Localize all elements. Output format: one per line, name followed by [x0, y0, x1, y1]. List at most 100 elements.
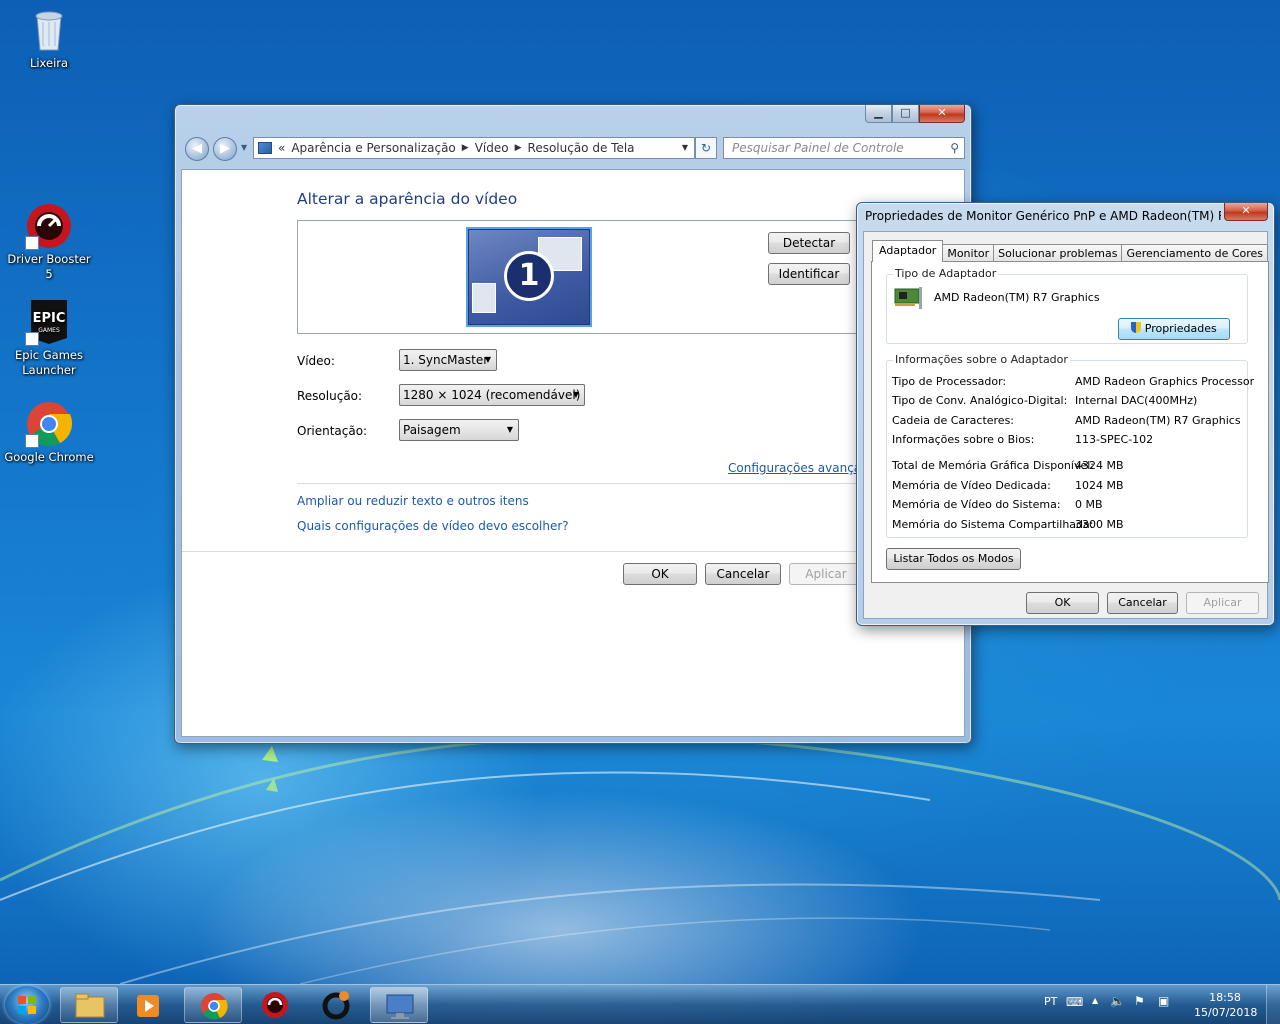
language-indicator[interactable]: PT — [1044, 995, 1057, 1008]
adapter-type-group: Tipo de Adaptador AMD Radeon(TM) R7 Grap… — [886, 267, 1248, 344]
tab-monitor[interactable]: Monitor — [942, 244, 995, 262]
clock-date: 15/07/2018 — [1194, 1006, 1258, 1019]
desktop-icon-google-chrome[interactable]: Google Chrome — [2, 400, 96, 465]
info-value: Internal DAC(400MHz) — [1075, 394, 1198, 407]
memory-key: Memória do Sistema Compartilhada: — [892, 518, 1094, 531]
breadcrumb-overflow[interactable]: « — [278, 138, 285, 158]
graphics-card-icon — [893, 285, 923, 311]
group-title: Informações sobre o Adaptador — [893, 353, 1070, 366]
adapter-tab-page: Tipo de Adaptador AMD Radeon(TM) R7 Grap… — [871, 261, 1269, 583]
display-settings-window: ▁ □ ✕ ◀ ▶ ▼ « Aparência e Personalização… — [174, 104, 972, 744]
video-select-value: 1. SyncMaster — [403, 353, 489, 367]
text-size-link[interactable]: Ampliar ou reduzir texto e outros itens — [297, 494, 529, 508]
desktop-icon-label: Google Chrome — [4, 450, 94, 464]
epic-games-icon: EPIC GAMES — [25, 298, 73, 346]
memory-value: 3300 MB — [1075, 518, 1124, 531]
start-button[interactable] — [5, 986, 49, 1024]
minimize-button[interactable]: ▁ — [865, 105, 892, 123]
control-panel-icon — [258, 142, 272, 154]
maximize-button[interactable]: □ — [892, 105, 919, 123]
desktop-icon-recycle-bin[interactable]: Lixeira — [2, 6, 96, 71]
search-placeholder: Pesquisar Painel de Controle — [732, 141, 904, 155]
adapter-info-group: Informações sobre o Adaptador Tipo de Pr… — [886, 353, 1254, 538]
refresh-button[interactable]: ↻ — [695, 137, 717, 159]
list-all-modes-button[interactable]: Listar Todos os Modos — [886, 548, 1021, 570]
info-value: 113-SPEC-102 — [1075, 433, 1154, 446]
dialog-body: Adaptador Monitor Solucionar problemas G… — [863, 231, 1269, 619]
adapter-properties-dialog: Propriedades de Monitor Genérico PnP e A… — [856, 202, 1275, 626]
window-caption-buttons: ▁ □ ✕ — [865, 105, 965, 125]
which-settings-link[interactable]: Quais configurações de vídeo devo escolh… — [297, 519, 569, 533]
show-desktop-button[interactable] — [1266, 985, 1280, 1024]
driver-booster-icon — [25, 202, 73, 250]
dialog-cancel-button[interactable]: Cancelar — [1107, 592, 1178, 614]
desktop-icon-driver-booster[interactable]: Driver Booster 5 — [2, 202, 96, 282]
taskbar-driver-booster[interactable] — [246, 987, 304, 1023]
show-hidden-icons-icon[interactable]: ▲ — [1092, 996, 1098, 1005]
ok-button[interactable]: OK — [623, 563, 697, 585]
memory-key: Memória de Vídeo Dedicada: — [892, 479, 1051, 492]
system-tray: PT ⌨ ▲ 🔈 ⚑ ▣ 18:58 15/07/2018 — [1030, 985, 1280, 1024]
apply-button[interactable]: Aplicar — [789, 563, 863, 585]
taskbar-display-settings[interactable] — [370, 987, 428, 1023]
tab-adapter[interactable]: Adaptador — [872, 240, 944, 262]
dialog-close-button[interactable]: ✕ — [1224, 203, 1268, 221]
taskbar-media-player[interactable] — [120, 987, 178, 1023]
dropdown-arrow-icon: ▼ — [572, 390, 579, 399]
breadcrumb-separator-icon[interactable]: ▶ — [515, 138, 522, 158]
breadcrumb-video[interactable]: Vídeo — [475, 138, 509, 158]
volume-icon[interactable]: 🔈 — [1110, 994, 1125, 1008]
driver-booster-icon — [262, 992, 288, 1018]
memory-key: Total de Memória Gráfica Disponível: — [892, 459, 1094, 472]
advanced-settings-link[interactable]: Configurações avançadas — [728, 461, 858, 475]
media-player-icon — [137, 995, 159, 1017]
monitor-layout-area: 1 Detectar Identificar — [297, 220, 857, 334]
detect-button[interactable]: Detectar — [768, 232, 850, 254]
tab-troubleshoot[interactable]: Solucionar problemas — [993, 244, 1123, 262]
video-select[interactable]: 1. SyncMaster ▼ — [399, 349, 497, 371]
breadcrumb-resolution[interactable]: Resolução de Tela — [528, 138, 635, 158]
clock[interactable]: 18:58 15/07/2018 — [1194, 990, 1258, 1020]
monitor-preview-window — [472, 283, 496, 313]
keyboard-icon[interactable]: ⌨ — [1066, 995, 1083, 1009]
address-dropdown-icon[interactable]: ▼ — [682, 138, 688, 158]
info-value: AMD Radeon Graphics Processor — [1075, 375, 1255, 388]
cancel-button[interactable]: Cancelar — [705, 563, 781, 585]
info-key: Tipo de Conv. Analógico-Digital: — [892, 394, 1068, 407]
identify-button[interactable]: Identificar — [768, 263, 850, 285]
taskbar-ccleaner[interactable] — [308, 987, 366, 1023]
taskbar: PT ⌨ ▲ 🔈 ⚑ ▣ 18:58 15/07/2018 — [0, 984, 1280, 1024]
dropdown-arrow-icon: ▼ — [484, 355, 491, 364]
group-title: Tipo de Adaptador — [893, 267, 999, 280]
forward-button[interactable]: ▶ — [213, 137, 237, 161]
monitor-1-tile[interactable]: 1 — [466, 227, 592, 327]
breadcrumb-appearance[interactable]: Aparência e Personalização — [291, 138, 455, 158]
action-center-icon[interactable]: ⚑ — [1134, 994, 1145, 1008]
cleaner-icon — [322, 991, 350, 1020]
dialog-ok-button[interactable]: OK — [1026, 592, 1099, 614]
tab-color-management[interactable]: Gerenciamento de Cores — [1121, 244, 1269, 262]
resolution-select[interactable]: 1280 × 1024 (recomendável) ▼ — [399, 384, 585, 406]
chrome-icon — [201, 993, 228, 1020]
search-input[interactable]: Pesquisar Painel de Controle ⚲ — [723, 137, 965, 159]
folder-icon — [75, 993, 105, 1018]
dialog-apply-button[interactable]: Aplicar — [1186, 592, 1259, 614]
properties-button[interactable]: Propriedades — [1118, 318, 1230, 340]
resolution-label: Resolução: — [297, 389, 363, 403]
desktop-icon-label: Driver Booster 5 — [7, 252, 91, 281]
divider — [297, 483, 857, 484]
orientation-label: Orientação: — [297, 424, 368, 438]
window-content: Alterar a aparência do vídeo 1 Detectar … — [181, 169, 966, 737]
taskbar-chrome[interactable] — [184, 987, 242, 1023]
recent-pages-dropdown[interactable]: ▼ — [241, 143, 247, 152]
address-bar[interactable]: « Aparência e Personalização ▶ Vídeo ▶ R… — [253, 137, 695, 159]
orientation-select[interactable]: Paisagem ▼ — [399, 419, 519, 441]
back-button[interactable]: ◀ — [185, 137, 209, 161]
network-icon[interactable]: ▣ — [1158, 994, 1169, 1008]
close-button[interactable]: ✕ — [919, 105, 965, 123]
breadcrumb-separator-icon[interactable]: ▶ — [462, 138, 469, 158]
desktop-icon-label: Lixeira — [29, 56, 69, 70]
taskbar-explorer[interactable] — [60, 987, 118, 1023]
search-icon[interactable]: ⚲ — [950, 138, 959, 158]
desktop-icon-epic-games[interactable]: EPIC GAMES Epic Games Launcher — [2, 298, 96, 378]
